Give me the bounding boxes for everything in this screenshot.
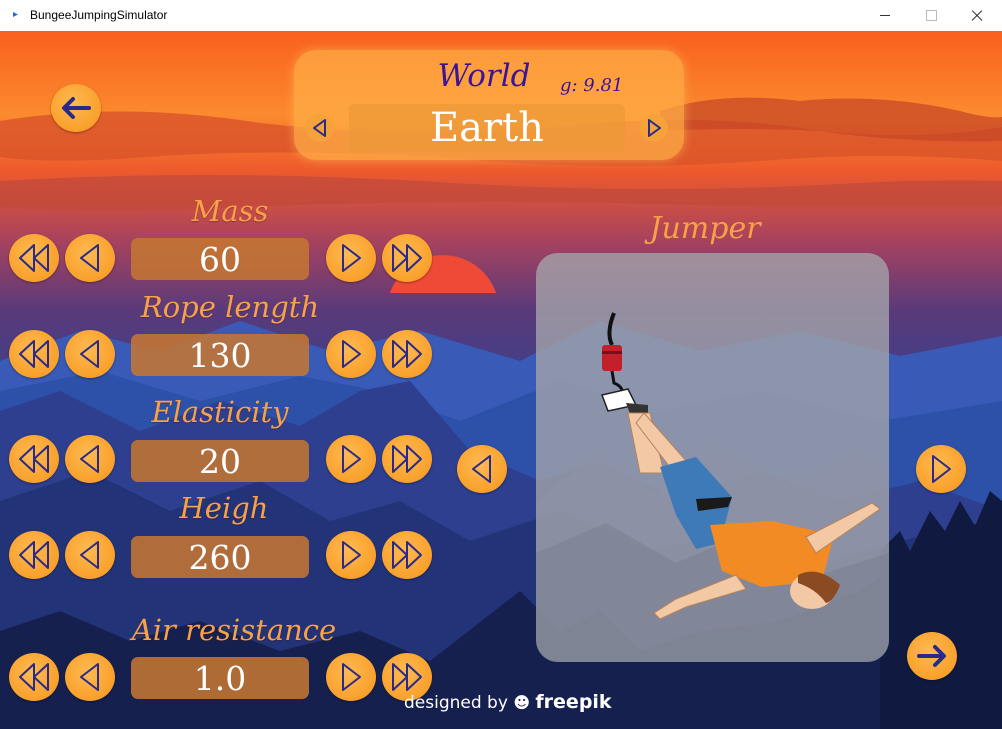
credit-prefix: designed by [404, 693, 508, 713]
triangle-right-icon [342, 340, 361, 368]
triangle-right-icon [342, 541, 361, 569]
rope-length-value: 130 [131, 334, 309, 376]
elasticity-decrease-button[interactable] [65, 435, 115, 483]
rope-length-fast-increase-button[interactable] [382, 330, 432, 378]
world-prev-button[interactable] [306, 114, 334, 142]
air-resistance-fast-decrease-button[interactable] [9, 653, 59, 701]
mass-value: 60 [131, 238, 309, 280]
height-increase-button[interactable] [326, 531, 376, 579]
height-value: 260 [131, 536, 309, 578]
maximize-button[interactable] [908, 0, 954, 31]
rope-length-fast-decrease-button[interactable] [9, 330, 59, 378]
double-triangle-left-icon [19, 445, 49, 473]
mass-fast-increase-button[interactable] [382, 234, 432, 282]
minimize-button[interactable] [862, 0, 908, 31]
height-label: Heigh [179, 491, 269, 525]
triangle-left-icon [472, 455, 491, 483]
double-triangle-right-icon [392, 340, 422, 368]
credit-brand: freepik [535, 691, 612, 713]
double-triangle-right-icon [392, 445, 422, 473]
simulator-scene: World g: 9.81 Earth Mass 60 Rope length … [0, 31, 1002, 729]
back-button[interactable] [51, 84, 101, 132]
triangle-right-icon [342, 244, 361, 272]
jumper-prev-button[interactable] [457, 445, 507, 493]
double-triangle-left-icon [19, 340, 49, 368]
elasticity-increase-button[interactable] [326, 435, 376, 483]
elasticity-label: Elasticity [151, 395, 289, 429]
elasticity-fast-decrease-button[interactable] [9, 435, 59, 483]
triangle-left-icon [80, 663, 99, 691]
triangle-right-icon [932, 455, 951, 483]
triangle-left-icon [80, 340, 99, 368]
triangle-left-icon [80, 445, 99, 473]
height-decrease-button[interactable] [65, 531, 115, 579]
app-icon [13, 12, 18, 17]
double-triangle-left-icon [19, 663, 49, 691]
arrow-left-icon [62, 97, 91, 119]
window-title: BungeeJumpingSimulator [30, 8, 168, 22]
close-button[interactable] [954, 0, 1000, 31]
elasticity-value: 20 [131, 440, 309, 482]
mass-label: Mass [191, 194, 269, 228]
bungee-jumper-illustration [536, 312, 889, 662]
double-triangle-right-icon [392, 244, 422, 272]
gravity-label: g: 9.81 [560, 75, 624, 96]
next-button[interactable] [907, 632, 957, 680]
freepik-logo-icon: ☻ [513, 693, 530, 712]
height-fast-increase-button[interactable] [382, 531, 432, 579]
mass-increase-button[interactable] [326, 234, 376, 282]
window-titlebar: BungeeJumpingSimulator [0, 0, 1002, 32]
rope-length-label: Rope length [140, 290, 320, 324]
air-resistance-increase-button[interactable] [326, 653, 376, 701]
triangle-right-icon [342, 663, 361, 691]
double-triangle-left-icon [19, 244, 49, 272]
world-panel: World g: 9.81 Earth [294, 50, 684, 160]
designer-credit: designed by ☻ freepik [404, 691, 612, 713]
triangle-left-icon [80, 541, 99, 569]
rope-length-decrease-button[interactable] [65, 330, 115, 378]
mass-decrease-button[interactable] [65, 234, 115, 282]
arrow-right-icon [917, 645, 946, 667]
triangle-left-icon [313, 119, 326, 137]
triangle-right-icon [342, 445, 361, 473]
air-resistance-label: Air resistance [131, 613, 337, 647]
rope-length-increase-button[interactable] [326, 330, 376, 378]
double-triangle-left-icon [19, 541, 49, 569]
triangle-left-icon [80, 244, 99, 272]
jumper-next-button[interactable] [916, 445, 966, 493]
double-triangle-right-icon [392, 541, 422, 569]
height-fast-decrease-button[interactable] [9, 531, 59, 579]
jumper-preview [536, 253, 889, 662]
air-resistance-value: 1.0 [131, 657, 309, 699]
world-next-button[interactable] [640, 114, 668, 142]
elasticity-fast-increase-button[interactable] [382, 435, 432, 483]
triangle-right-icon [648, 119, 661, 137]
air-resistance-decrease-button[interactable] [65, 653, 115, 701]
world-name: Earth [349, 104, 625, 152]
mass-fast-decrease-button[interactable] [9, 234, 59, 282]
jumper-title: Jumper [649, 211, 761, 246]
